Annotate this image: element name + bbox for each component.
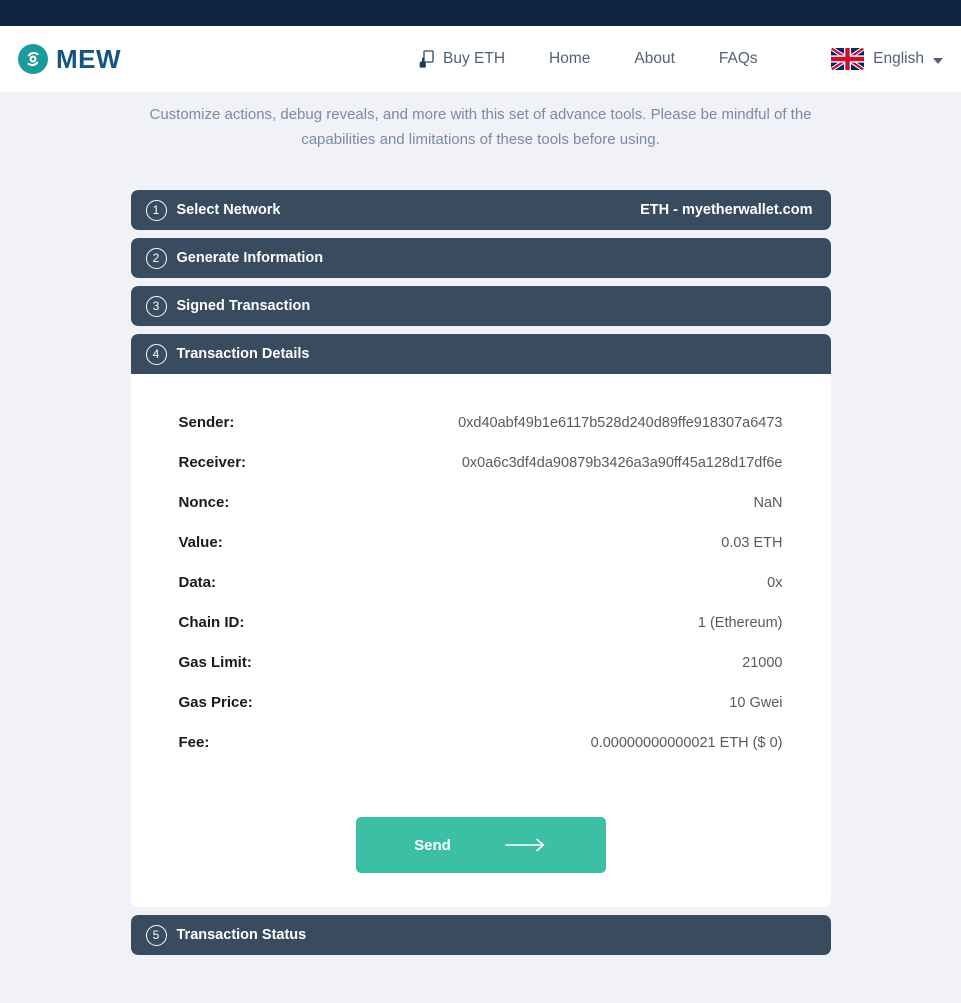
step-transaction-details-header[interactable]: 4 Transaction Details [130, 334, 831, 374]
transaction-details-panel: Sender: 0xd40abf49b1e6117b528d240d89ffe9… [130, 374, 831, 907]
detail-row-receiver: Receiver: 0x0a6c3df4da90879b3426a3a90ff4… [179, 454, 783, 471]
mew-logo[interactable]: MEW [18, 44, 121, 75]
mew-circle-icon [18, 44, 48, 74]
detail-label: Value: [178, 534, 223, 551]
send-button-container: Send [179, 774, 783, 873]
step-title: Generate Information [176, 250, 324, 266]
nav-item-home[interactable]: Home [549, 50, 590, 68]
steps-accordion: 1 Select Network ETH - myetherwallet.com… [130, 152, 831, 955]
chevron-down-icon [933, 57, 943, 64]
detail-row-value: Value: 0.03 ETH [179, 534, 783, 551]
detail-label: Nonce: [178, 494, 230, 511]
nav-item-about-label: About [634, 50, 675, 67]
nav-item-faqs-label: FAQs [718, 50, 758, 67]
language-label: English [873, 50, 924, 67]
step-number-badge: 5 [145, 924, 167, 946]
step-number-badge: 2 [145, 247, 167, 269]
step-number-badge: 4 [145, 343, 167, 365]
step-generate-information-header[interactable]: 2 Generate Information [130, 238, 831, 278]
page-content: Customize actions, debug reveals, and mo… [0, 92, 961, 955]
step-select-network-header[interactable]: 1 Select Network ETH - myetherwallet.com [130, 190, 831, 230]
detail-value-gas-limit: 21000 [742, 655, 783, 671]
detail-value-receiver: 0x0a6c3df4da90879b3426a3a90ff45a128d17df… [461, 455, 783, 471]
nav-item-home-label: Home [549, 50, 591, 67]
step-transaction-details: 4 Transaction Details Sender: 0xd40abf49… [130, 334, 831, 907]
step-transaction-status: 5 Transaction Status [130, 915, 831, 955]
intro-text: Customize actions, debug reveals, and mo… [149, 106, 812, 148]
site-header: MEW Buy ETH Home About FAQs English [0, 26, 961, 92]
step-title: Select Network [176, 202, 281, 218]
detail-label: Gas Limit: [178, 654, 252, 671]
step-title: Transaction Status [176, 927, 307, 943]
detail-row-fee: Fee: 0.00000000000021 ETH ($ 0) [179, 734, 783, 751]
step-signed-transaction-header[interactable]: 3 Signed Transaction [130, 286, 831, 326]
credit-card-icon [418, 50, 435, 68]
language-selector[interactable]: English [831, 26, 943, 92]
detail-label: Fee: [178, 734, 210, 751]
step-title: Signed Transaction [176, 298, 311, 314]
detail-row-gas-price: Gas Price: 10 Gwei [179, 694, 783, 711]
step-selected-network: ETH - myetherwallet.com [640, 202, 813, 218]
detail-value-sender: 0xd40abf49b1e6117b528d240d89ffe918307a64… [458, 415, 783, 431]
detail-value-gas-price: 10 Gwei [729, 695, 783, 711]
detail-row-gas-limit: Gas Limit: 21000 [179, 654, 783, 671]
detail-row-chain-id: Chain ID: 1 (Ethereum) [179, 614, 783, 631]
detail-label: Receiver: [178, 454, 247, 471]
arrow-right-icon [505, 838, 547, 852]
step-select-network: 1 Select Network ETH - myetherwallet.com [130, 190, 831, 230]
detail-value-fee: 0.00000000000021 ETH ($ 0) [590, 735, 783, 751]
nav-item-buy-eth[interactable]: Buy ETH [418, 50, 505, 68]
send-button[interactable]: Send [355, 817, 606, 873]
detail-label: Data: [178, 574, 217, 591]
nav-item-buy-eth-label: Buy ETH [443, 50, 506, 67]
detail-row-sender: Sender: 0xd40abf49b1e6117b528d240d89ffe9… [179, 414, 783, 431]
nav-item-faqs[interactable]: FAQs [719, 50, 758, 68]
mew-logo-text: MEW [56, 43, 122, 74]
step-title: Transaction Details [176, 346, 310, 362]
nav-item-about[interactable]: About [634, 50, 675, 68]
detail-row-data: Data: 0x [179, 574, 783, 591]
step-generate-information: 2 Generate Information [130, 238, 831, 278]
detail-value-data: 0x [767, 575, 783, 591]
send-button-label: Send [414, 836, 451, 854]
detail-value-value: 0.03 ETH [721, 535, 783, 551]
uk-flag-icon [831, 47, 865, 71]
main-nav: Buy ETH Home About FAQs [418, 26, 758, 92]
detail-label: Chain ID: [178, 614, 245, 631]
top-dark-strip [0, 0, 961, 26]
detail-row-nonce: Nonce: NaN [179, 494, 783, 511]
step-number-badge: 3 [145, 295, 167, 317]
step-transaction-status-header[interactable]: 5 Transaction Status [130, 915, 831, 955]
detail-value-nonce: NaN [753, 495, 783, 511]
detail-label: Gas Price: [178, 694, 253, 711]
detail-label: Sender: [178, 414, 235, 431]
step-number-badge: 1 [145, 199, 167, 221]
step-signed-transaction: 3 Signed Transaction [130, 286, 831, 326]
detail-value-chain-id: 1 (Ethereum) [697, 615, 783, 631]
